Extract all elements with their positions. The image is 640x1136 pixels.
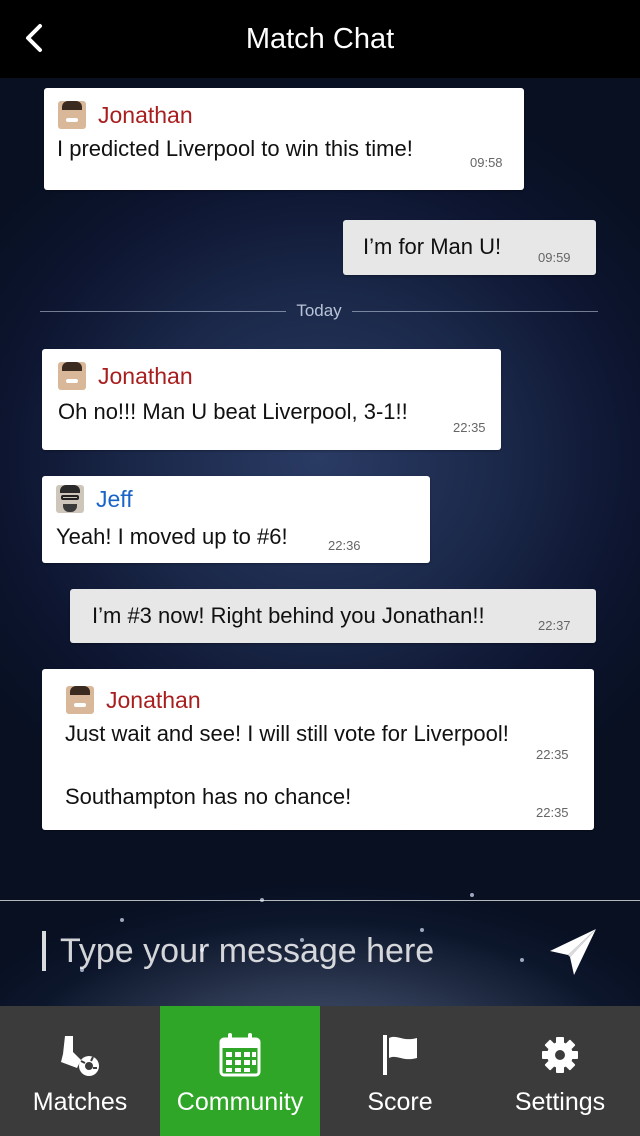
message-time: 22:35 (453, 420, 486, 435)
sender-name[interactable]: Jonathan (98, 102, 193, 129)
message-time: 22:37 (538, 618, 571, 633)
message-composer: Type your message here (0, 900, 640, 1007)
tab-label: Score (367, 1088, 433, 1116)
gear-icon (542, 1037, 578, 1073)
message-text: Oh no!!! Man U beat Liverpool, 3-1!! (58, 399, 408, 424)
sender-name[interactable]: Jonathan (106, 687, 201, 714)
message-text: I predicted Liverpool to win this time! (57, 136, 413, 161)
calendar-icon (219, 1033, 261, 1077)
send-icon[interactable] (546, 925, 600, 979)
chat-message: Jonathan I predicted Liverpool to win th… (44, 88, 524, 190)
tab-bar: Matches Community Score Settings (0, 1006, 640, 1136)
tab-community[interactable]: Community (160, 1006, 320, 1136)
message-time: 22:35 (536, 747, 569, 762)
tab-settings[interactable]: Settings (480, 1006, 640, 1136)
date-divider: Today (40, 296, 598, 326)
chat-message: Jonathan Just wait and see! I will still… (42, 669, 594, 830)
message-text: I’m for Man U! (363, 234, 502, 259)
flag-icon (383, 1035, 417, 1075)
chat-message-own: I’m #3 now! Right behind you Jonathan!! … (70, 589, 596, 643)
divider-line-right (352, 311, 598, 312)
tab-label: Community (176, 1088, 304, 1116)
message-input[interactable]: Type your message here (42, 931, 434, 971)
page-title: Match Chat (245, 22, 395, 55)
avatar[interactable] (66, 686, 94, 714)
boot-ball-icon (61, 1036, 99, 1076)
sender-name[interactable]: Jonathan (98, 363, 193, 390)
chat-message: Jeff Yeah! I moved up to #6! 22:36 (42, 476, 430, 563)
message-text: I’m #3 now! Right behind you Jonathan!! (92, 603, 485, 628)
message-text-continued: Southampton has no chance! (65, 784, 352, 809)
message-text: Just wait and see! I will still vote for… (65, 721, 509, 746)
sender-name[interactable]: Jeff (96, 486, 133, 513)
chat-message: Jonathan Oh no!!! Man U beat Liverpool, … (42, 349, 501, 450)
message-time: 09:58 (470, 155, 503, 170)
tab-score[interactable]: Score (320, 1006, 480, 1136)
tab-label: Settings (514, 1088, 606, 1116)
chat-message-own: I’m for Man U! 09:59 (343, 220, 596, 275)
message-time: 22:35 (536, 805, 569, 820)
avatar[interactable] (58, 362, 86, 390)
top-bar: Match Chat (0, 0, 640, 78)
tab-matches[interactable]: Matches (0, 1006, 160, 1136)
avatar[interactable] (58, 101, 86, 129)
back-arrow-icon[interactable] (16, 18, 56, 58)
message-time: 09:59 (538, 250, 571, 265)
avatar[interactable] (56, 485, 84, 513)
message-text: Yeah! I moved up to #6! (56, 524, 288, 549)
message-time: 22:36 (328, 538, 361, 553)
tab-label: Matches (32, 1088, 128, 1116)
